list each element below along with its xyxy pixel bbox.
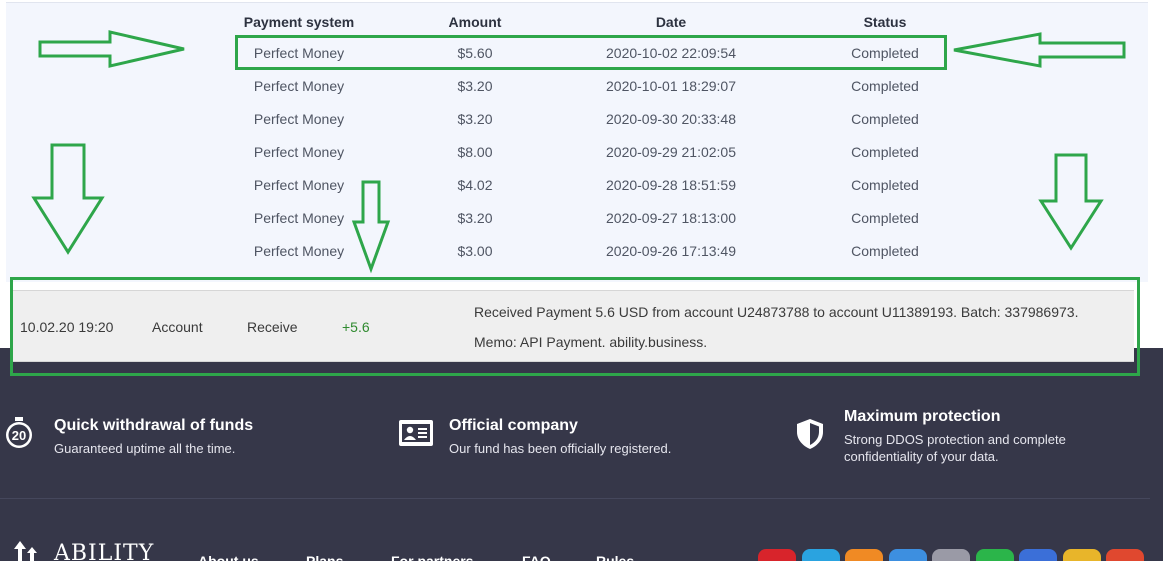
row-amount: $3.20 (457, 111, 493, 127)
arrow-left-annotation (953, 32, 1126, 68)
footer-divider (0, 498, 1150, 499)
row-date: 2020-09-26 17:13:49 (606, 243, 736, 259)
footer-logo-text: ABILITY (54, 541, 155, 561)
payment-method-badge (801, 549, 840, 561)
table-row: Perfect Money $3.20 2020-09-30 20:33:48 … (6, 102, 1148, 135)
row-date: 2020-09-29 21:02:05 (606, 144, 736, 160)
feature-title: Maximum protection (844, 408, 1001, 425)
feature-title: Quick withdrawal of funds (54, 417, 254, 434)
row-status: Completed (851, 243, 919, 259)
shield-icon (797, 419, 823, 449)
row-status: Completed (851, 78, 919, 94)
header-date: Date (655, 14, 687, 30)
arrow-right-annotation (38, 30, 185, 68)
feature-maximum-protection: Maximum protection Strong DDOS protectio… (844, 408, 1104, 465)
row-amount: $8.00 (457, 144, 493, 160)
row-date: 2020-09-30 20:33:48 (606, 111, 736, 127)
ability-logo-icon (14, 541, 37, 561)
row-status: Completed (851, 144, 919, 160)
row-date: 2020-09-27 18:13:00 (606, 210, 736, 226)
row-status: Completed (851, 111, 919, 127)
footer-nav-partners[interactable]: For partners (391, 553, 473, 561)
feature-official-company: Official company Our fund has been offic… (449, 417, 671, 457)
row-payment-system: Perfect Money (253, 144, 345, 160)
table-row: Perfect Money $8.00 2020-09-29 21:02:05 … (6, 135, 1148, 168)
arrow-down-annotation-left (31, 143, 105, 255)
row-amount: $3.00 (457, 243, 493, 259)
payment-method-badge (1019, 549, 1057, 561)
feature-quick-withdrawal: Quick withdrawal of funds Guaranteed upt… (54, 417, 253, 457)
highlight-box-transaction (10, 277, 1140, 376)
arrow-down-annotation-middle (351, 180, 391, 274)
table-row: Perfect Money $3.20 2020-09-27 18:13:00 … (6, 201, 1148, 234)
row-amount: $3.20 (457, 210, 493, 226)
feature-text: Our fund has been officially registered. (449, 441, 672, 456)
row-status: Completed (851, 210, 919, 226)
footer-nav-plans[interactable]: Plans (306, 553, 343, 561)
stopwatch-20-icon: 20 (6, 417, 32, 448)
site-footer: 20 Quick withdrawal of funds Guaranteed … (0, 348, 1163, 561)
payment-method-badge (845, 549, 883, 561)
header-status: Status (863, 14, 907, 30)
feature-text: Guaranteed uptime all the time. (54, 441, 236, 456)
id-card-icon (399, 420, 433, 446)
header-payment-system: Payment system (243, 14, 355, 30)
table-row: Perfect Money $3.00 2020-09-26 17:13:49 … (6, 234, 1148, 267)
screenshot-stage: Payment system Amount Date Status Perfec… (0, 0, 1163, 561)
arrow-down-annotation-right (1038, 153, 1104, 251)
row-payment-system: Perfect Money (253, 78, 345, 94)
footer-nav-about[interactable]: About us (198, 553, 259, 561)
table-row: Perfect Money $3.20 2020-10-01 18:29:07 … (6, 69, 1148, 102)
stopwatch-badge: 20 (12, 428, 26, 443)
payment-method-badge (888, 549, 927, 561)
footer-nav-faq[interactable]: FAQ (522, 553, 551, 561)
row-payment-system: Perfect Money (253, 111, 345, 127)
highlight-box-payout-row (235, 35, 947, 70)
payment-method-badge (758, 549, 796, 561)
feature-title: Official company (449, 417, 578, 434)
row-status: Completed (851, 177, 919, 193)
header-amount: Amount (448, 14, 502, 30)
row-date: 2020-09-28 18:51:59 (606, 177, 736, 193)
footer-nav-rules[interactable]: Rules (596, 553, 634, 561)
table-row: Perfect Money $4.02 2020-09-28 18:51:59 … (6, 168, 1148, 201)
payment-method-badge (975, 549, 1014, 561)
payment-method-badge (932, 549, 970, 561)
row-amount: $4.02 (457, 177, 493, 193)
row-amount: $3.20 (457, 78, 493, 94)
row-date: 2020-10-01 18:29:07 (606, 78, 736, 94)
payment-method-badge (1062, 549, 1101, 561)
payment-method-badge (1106, 549, 1144, 561)
feature-text: Strong DDOS protection and complete conf… (844, 432, 1066, 464)
